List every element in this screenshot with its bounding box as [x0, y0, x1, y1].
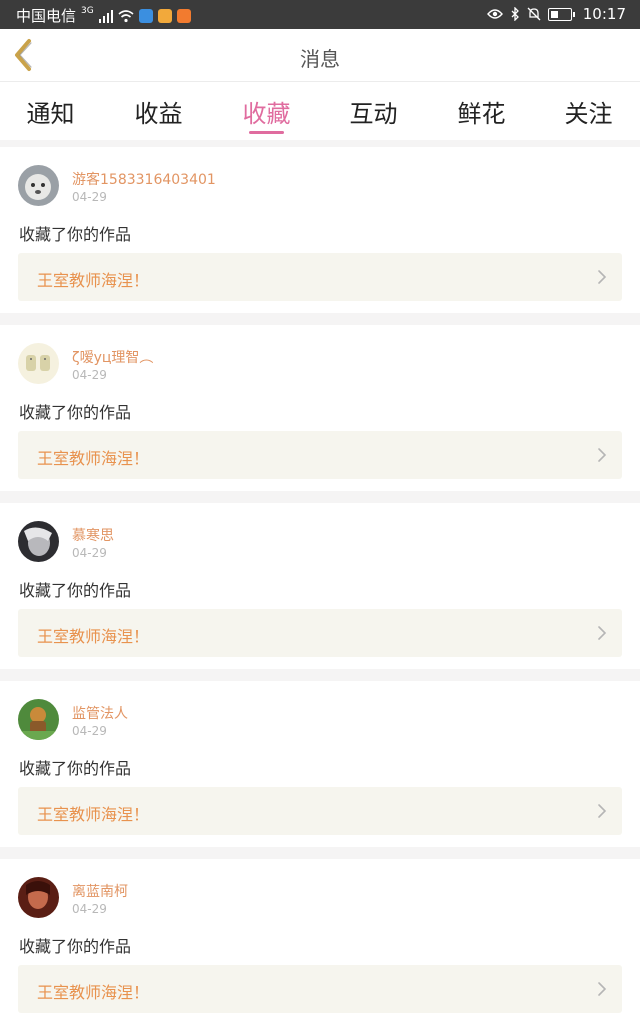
- username[interactable]: 游客1583316403401: [72, 169, 216, 189]
- date-label: 04-29: [72, 902, 107, 916]
- work-link[interactable]: 王室教师海涅！: [18, 431, 622, 479]
- work-link[interactable]: 王室教师海涅！: [18, 253, 622, 301]
- username[interactable]: 慕寒思: [72, 525, 114, 545]
- chevron-right-icon: [598, 448, 607, 462]
- list-item: 游客1583316403401 04-29 收藏了你的作品 王室教师海涅！: [0, 147, 640, 313]
- orange-app-icon: [176, 8, 191, 23]
- tab-flowers[interactable]: 鲜花: [428, 94, 535, 138]
- work-title: 王室教师海涅！: [37, 271, 150, 290]
- tab-interactions[interactable]: 互动: [320, 94, 427, 138]
- action-text: 收藏了你的作品: [19, 581, 132, 600]
- tab-label: 收益: [134, 100, 183, 128]
- username[interactable]: 监管法人: [72, 703, 128, 723]
- navigation-bar: 消息: [0, 29, 640, 82]
- action-text: 收藏了你的作品: [19, 759, 132, 778]
- category-tabs: 通知 收益 收藏 互动 鲜花 关注: [0, 82, 640, 140]
- action-text: 收藏了你的作品: [19, 937, 132, 956]
- avatar[interactable]: [18, 699, 59, 740]
- tab-label: 通知: [26, 100, 75, 128]
- carrier-label: 中国电信: [16, 7, 77, 25]
- chevron-right-icon: [598, 804, 607, 818]
- list-item: 离蓝南柯 04-29 收藏了你的作品 王室教师海涅！: [0, 859, 640, 1025]
- chevron-right-icon: [598, 626, 607, 640]
- work-title: 王室教师海涅！: [37, 449, 150, 468]
- shield-app-icon: [138, 8, 153, 23]
- mute-bell-icon: [527, 7, 541, 21]
- list-item: 慕寒思 04-29 收藏了你的作品 王室教师海涅！: [0, 503, 640, 669]
- battery-icon: [547, 7, 575, 21]
- avatar[interactable]: [18, 521, 59, 562]
- wifi-icon: [118, 9, 134, 22]
- page-title: 消息: [300, 47, 340, 71]
- work-link[interactable]: 王室教师海涅！: [18, 965, 622, 1013]
- work-title: 王室教师海涅！: [37, 805, 150, 824]
- username[interactable]: 离蓝南柯: [72, 881, 128, 901]
- username[interactable]: ζ嗳yц理智︵: [72, 347, 153, 367]
- signal-icon: 3G: [81, 5, 94, 16]
- avatar[interactable]: [18, 165, 59, 206]
- grid-app-icon: [157, 8, 172, 23]
- bluetooth-icon: [511, 7, 519, 21]
- tab-notifications[interactable]: 通知: [0, 94, 104, 138]
- active-tab-indicator: [249, 131, 284, 134]
- clock-label: 10:17: [582, 5, 626, 23]
- signal-bars-icon: [98, 9, 113, 23]
- avatar[interactable]: [18, 343, 59, 384]
- date-label: 04-29: [72, 724, 107, 738]
- action-text: 收藏了你的作品: [19, 403, 132, 422]
- tab-favorites[interactable]: 收藏: [213, 94, 320, 138]
- tab-earnings[interactable]: 收益: [105, 94, 212, 138]
- tab-following[interactable]: 关注: [535, 94, 640, 138]
- eye-icon: [486, 9, 503, 19]
- list-item: ζ嗳yц理智︵ 04-29 收藏了你的作品 王室教师海涅！: [0, 325, 640, 491]
- chevron-right-icon: [598, 270, 607, 284]
- work-link[interactable]: 王室教师海涅！: [18, 787, 622, 835]
- avatar[interactable]: [18, 877, 59, 918]
- tab-label: 关注: [564, 100, 613, 128]
- action-text: 收藏了你的作品: [19, 225, 132, 244]
- tab-label: 收藏: [242, 100, 291, 128]
- work-title: 王室教师海涅！: [37, 983, 150, 1002]
- list-item: 监管法人 04-29 收藏了你的作品 王室教师海涅！: [0, 681, 640, 847]
- work-link[interactable]: 王室教师海涅！: [18, 609, 622, 657]
- status-bar: 中国电信 3G 10:17: [0, 0, 640, 29]
- date-label: 04-29: [72, 368, 107, 382]
- tab-label: 鲜花: [457, 100, 506, 128]
- date-label: 04-29: [72, 190, 107, 204]
- work-title: 王室教师海涅！: [37, 627, 150, 646]
- chevron-right-icon: [598, 982, 607, 996]
- date-label: 04-29: [72, 546, 107, 560]
- tab-label: 互动: [349, 100, 398, 128]
